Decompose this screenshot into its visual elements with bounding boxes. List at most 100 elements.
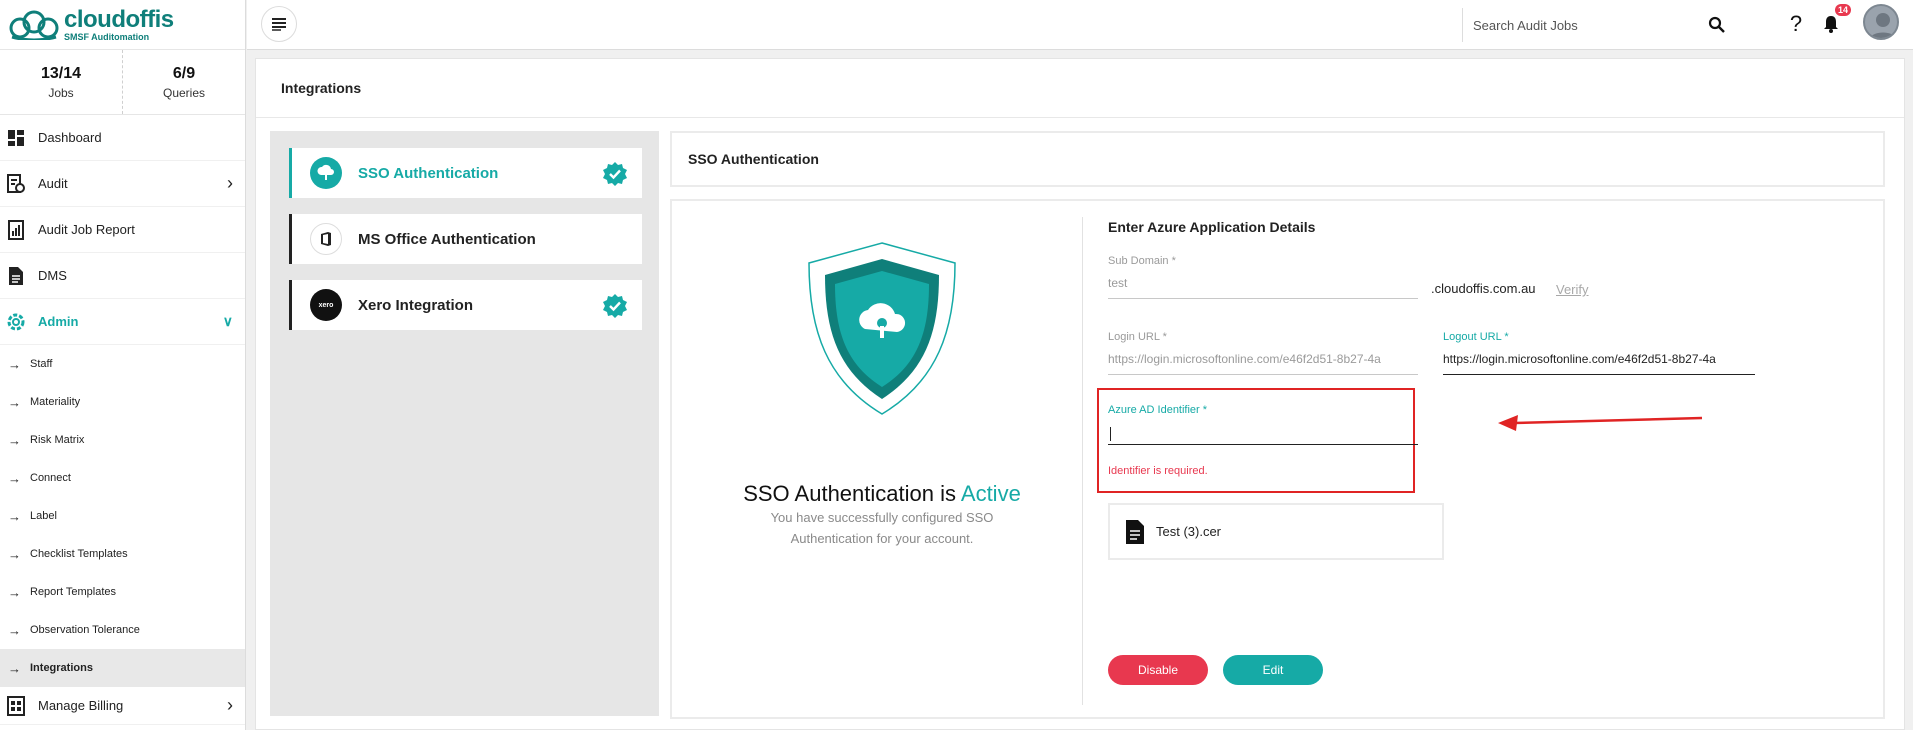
- sidebar-subitem-integrations[interactable]: → Integrations: [0, 649, 245, 687]
- arrow-right-icon: →: [8, 508, 21, 524]
- stat-queries[interactable]: 6/9 Queries: [122, 50, 245, 114]
- integrations-list: SSO Authentication MS Office Authenticat…: [270, 131, 659, 716]
- sidebar-subitem-connect[interactable]: → Connect: [0, 459, 245, 497]
- annotation-arrow-icon: [1498, 415, 1703, 431]
- login-url-input[interactable]: https://login.microsoftonline.com/e46f2d…: [1108, 352, 1418, 375]
- sidebar-subitem-label: Risk Matrix: [30, 434, 85, 446]
- user-avatar-icon: [1870, 13, 1896, 38]
- notification-bell-icon[interactable]: 14: [1817, 4, 1851, 38]
- sidebar-subitem-observation-tolerance[interactable]: → Observation Tolerance: [0, 611, 245, 649]
- logout-url-input[interactable]: https://login.microsoftonline.com/e46f2d…: [1443, 352, 1755, 375]
- sidebar-item-label: Admin: [38, 314, 79, 329]
- form-title: Enter Azure Application Details: [1108, 219, 1316, 235]
- sub-domain-field: Sub Domain * test: [1108, 255, 1418, 299]
- sidebar: cloudoffis SMSF Auditomation 13/14 Jobs …: [0, 0, 246, 730]
- page-title: Integrations: [256, 59, 1904, 118]
- azure-ad-input[interactable]: [1108, 423, 1418, 445]
- sidebar-item-manage-billing[interactable]: Manage Billing ›: [0, 687, 245, 725]
- job-stats: 13/14 Jobs 6/9 Queries: [0, 50, 245, 115]
- arrow-right-icon: →: [8, 584, 21, 600]
- shield-cloud-key-icon: [808, 242, 956, 415]
- menu-icon: [272, 18, 286, 31]
- sidebar-item-audit-job-report[interactable]: Audit Job Report: [0, 207, 245, 253]
- verified-badge-icon: [603, 162, 627, 186]
- dashboard-icon: [6, 128, 26, 148]
- stat-jobs-label: Jobs: [48, 85, 74, 100]
- sub-domain-label: Sub Domain *: [1108, 255, 1176, 267]
- top-bar: ? 14: [247, 0, 1913, 50]
- sidebar-subitem-label: Checklist Templates: [30, 548, 128, 560]
- sidebar-subitem-checklist-templates[interactable]: → Checklist Templates: [0, 535, 245, 573]
- brand-name: cloudoffis: [64, 5, 174, 33]
- azure-ad-label: Azure AD Identifier *: [1108, 404, 1208, 416]
- verify-link[interactable]: Verify: [1556, 282, 1589, 297]
- main-content: Integrations SSO Authentication MS Offic…: [255, 58, 1905, 730]
- cloud-key-icon: [310, 157, 342, 189]
- integration-item-label: Xero Integration: [358, 296, 474, 314]
- text-caret: [1110, 427, 1111, 441]
- sidebar-subitem-materiality[interactable]: → Materiality: [0, 383, 245, 421]
- sso-status-word: Active: [960, 481, 1021, 506]
- sidebar-subitem-label-item[interactable]: → Label: [0, 497, 245, 535]
- avatar[interactable]: [1863, 4, 1899, 40]
- sidebar-item-label: Dashboard: [38, 130, 102, 145]
- sidebar-item-label: Audit Job Report: [38, 222, 135, 237]
- sidebar-subitem-label: Connect: [30, 472, 71, 484]
- edit-button[interactable]: Edit: [1223, 655, 1323, 685]
- sidebar-subitem-staff[interactable]: → Staff: [0, 345, 245, 383]
- sidebar-subitem-report-templates[interactable]: → Report Templates: [0, 573, 245, 611]
- help-icon[interactable]: ?: [1782, 10, 1810, 38]
- integration-item-xero[interactable]: xero Xero Integration: [289, 280, 642, 330]
- report-icon: [6, 219, 26, 240]
- logout-url-label: Logout URL *: [1443, 331, 1509, 343]
- sso-status-prefix: SSO Authentication is: [743, 481, 956, 506]
- stat-jobs[interactable]: 13/14 Jobs: [0, 50, 122, 114]
- arrow-right-icon: →: [8, 546, 21, 562]
- domain-suffix: .cloudoffis.com.au: [1431, 281, 1536, 296]
- ms-office-icon: [310, 223, 342, 255]
- search-input[interactable]: [1463, 17, 1693, 33]
- arrow-right-icon: →: [8, 660, 21, 676]
- panel-divider: [1082, 217, 1083, 705]
- verified-badge-icon: [603, 294, 627, 318]
- sidebar-item-dashboard[interactable]: Dashboard: [0, 115, 245, 161]
- document-icon: [6, 266, 26, 286]
- disable-button[interactable]: Disable: [1108, 655, 1208, 685]
- login-url-label: Login URL *: [1108, 331, 1167, 343]
- sidebar-item-label: DMS: [38, 268, 67, 283]
- login-url-field: Login URL * https://login.microsoftonlin…: [1108, 331, 1418, 375]
- brand-tagline: SMSF Auditomation: [64, 31, 150, 42]
- arrow-right-icon: →: [8, 470, 21, 486]
- certificate-file-name: Test (3).cer: [1156, 524, 1222, 539]
- sidebar-item-admin[interactable]: Admin ∨: [0, 299, 245, 345]
- arrow-right-icon: →: [8, 432, 21, 448]
- sso-status-description: You have successfully configured SSO Aut…: [770, 510, 994, 546]
- chevron-right-icon: ›: [227, 695, 233, 715]
- sso-status-title: SSO Authentication is Active: [672, 481, 1092, 507]
- file-icon: [1126, 519, 1144, 544]
- search-icon[interactable]: [1708, 16, 1725, 38]
- integration-item-label: MS Office Authentication: [358, 230, 536, 248]
- sidebar-subitem-label: Label: [30, 510, 57, 522]
- sidebar-subitem-label: Integrations: [30, 662, 93, 674]
- certificate-file[interactable]: Test (3).cer: [1108, 503, 1444, 560]
- logout-url-field: Logout URL * https://login.microsoftonli…: [1443, 331, 1755, 375]
- sidebar-subitem-label: Report Templates: [30, 586, 117, 598]
- sidebar-item-audit[interactable]: Audit ›: [0, 161, 245, 207]
- sidebar-subitem-risk-matrix[interactable]: → Risk Matrix: [0, 421, 245, 459]
- chevron-down-icon: ∨: [222, 313, 233, 329]
- integration-item-ms-office[interactable]: MS Office Authentication: [289, 214, 642, 264]
- audit-icon: [6, 173, 26, 194]
- sidebar-item-label: Manage Billing: [38, 698, 124, 713]
- sidebar-subitem-label: Staff: [30, 358, 53, 370]
- integration-item-label: SSO Authentication: [358, 164, 499, 182]
- arrow-right-icon: →: [8, 356, 21, 372]
- integration-item-sso[interactable]: SSO Authentication: [289, 148, 642, 198]
- sub-domain-input[interactable]: test: [1108, 276, 1418, 299]
- menu-toggle-button[interactable]: [261, 6, 297, 42]
- sidebar-item-label: Audit: [38, 176, 68, 191]
- stat-jobs-value: 13/14: [40, 64, 82, 82]
- brand-logo[interactable]: cloudoffis SMSF Auditomation: [0, 0, 245, 50]
- sidebar-subitem-label: Materiality: [30, 396, 81, 408]
- sidebar-item-dms[interactable]: DMS: [0, 253, 245, 299]
